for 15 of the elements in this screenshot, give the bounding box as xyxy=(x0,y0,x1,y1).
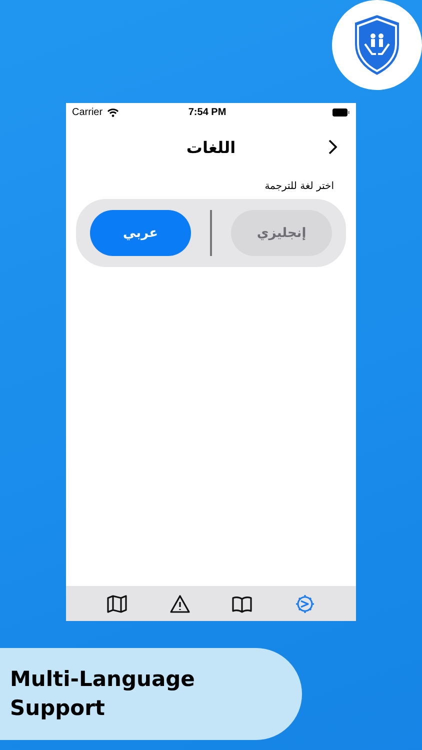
prompt-text: اختر لغة للترجمة xyxy=(264,180,335,192)
chevron-icon[interactable] xyxy=(328,139,338,155)
caption-text: Multi-Language Support xyxy=(10,666,196,722)
language-option[interactable]: إنجليزي xyxy=(231,210,332,256)
screen-title: اللغات xyxy=(186,138,236,156)
wifi-icon xyxy=(106,108,119,116)
settings-icon[interactable] xyxy=(294,594,316,614)
shield-logo-icon xyxy=(332,0,422,90)
status-time: 7:54 PM xyxy=(187,106,228,118)
book-icon[interactable] xyxy=(231,594,254,614)
language-option[interactable]: عربي xyxy=(90,210,191,256)
map-icon[interactable] xyxy=(106,594,128,614)
battery-icon xyxy=(332,108,350,116)
carrier-label: Carrier xyxy=(72,106,103,118)
warning-icon[interactable] xyxy=(168,594,191,614)
